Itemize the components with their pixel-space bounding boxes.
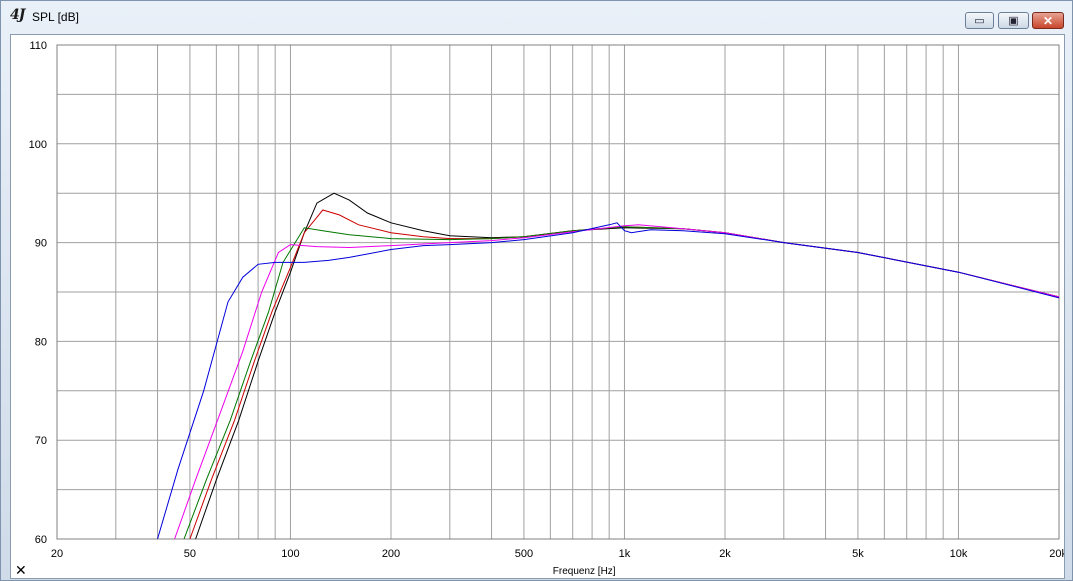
- chart-area: 60 70 80 90 100 110 20 50 100 200 500 1k 2k 5k 10k 20k F…: [10, 34, 1065, 579]
- close-icon: ✕: [1042, 13, 1054, 28]
- x-tick-label: 50: [184, 548, 196, 560]
- y-tick-label: 110: [29, 40, 47, 52]
- minimize-button[interactable]: ▭: [965, 12, 994, 29]
- series-line-1: [195, 192, 1059, 539]
- x-tick-label: 2k: [719, 548, 731, 560]
- title-bar[interactable]: 4J SPL [dB] ▭ ▣ ✕: [1, 1, 1072, 35]
- app-window: 4J SPL [dB] ▭ ▣ ✕ 60 70 80 90 100 110 20 50 100 2…: [0, 0, 1073, 581]
- x-tick-label: 20k: [1049, 548, 1064, 560]
- x-tick-label: 1k: [619, 548, 631, 560]
- y-tick-label: 70: [35, 435, 47, 447]
- x-tick-label: 200: [382, 548, 400, 560]
- maximize-button[interactable]: ▣: [998, 12, 1029, 29]
- app-logo-icon: 4J: [10, 7, 25, 23]
- close-button[interactable]: ✕: [1032, 12, 1064, 29]
- x-tick-label: 10k: [950, 548, 968, 560]
- x-tick-label: 20: [51, 548, 63, 560]
- y-tick-label: 90: [35, 238, 47, 250]
- maximize-icon: ▣: [1008, 15, 1019, 27]
- x-tick-label: 500: [515, 548, 533, 560]
- series-line-5: [157, 222, 1059, 539]
- corner-close-icon[interactable]: ✕: [15, 562, 27, 579]
- y-tick-label: 60: [35, 534, 47, 546]
- x-tick-label: 5k: [852, 548, 864, 560]
- x-tick-label: 100: [281, 548, 299, 560]
- window-title: SPL [dB]: [32, 10, 79, 24]
- y-tick-label: 100: [29, 139, 47, 151]
- spl-chart: 60 70 80 90 100 110 20 50 100 200 500 1k 2k 5k 10k 20k F…: [29, 40, 1064, 577]
- series-line-3: [183, 226, 1059, 539]
- y-tick-label: 80: [35, 336, 47, 348]
- minimize-icon: ▭: [974, 15, 985, 27]
- x-axis-label: Frequenz [Hz]: [553, 566, 616, 577]
